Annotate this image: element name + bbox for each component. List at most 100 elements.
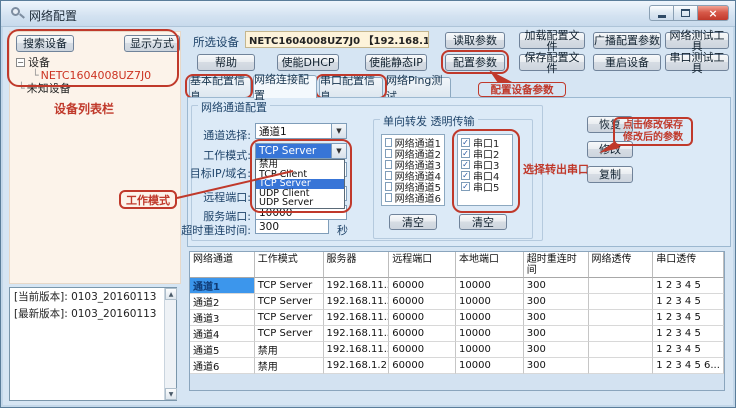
table-cell[interactable]: 192.168.1.2 [324, 358, 390, 374]
checkbox-icon[interactable]: ✓ [461, 138, 470, 147]
table-row[interactable]: 通道4TCP Server192.168.11.316000010000300 1… [190, 326, 724, 342]
table-cell[interactable]: 60000 [389, 342, 456, 358]
table-cell[interactable]: 10000 [456, 326, 524, 342]
table-cell[interactable]: TCP Server [255, 310, 324, 326]
checkbox-icon[interactable]: ✓ [461, 149, 470, 158]
table-row[interactable]: 通道1TCP Server192.168.11.3160000100003001… [190, 278, 724, 294]
enable-static-ip-button[interactable]: 使能静态IP [365, 54, 427, 71]
save-config-button[interactable]: 保存配置文件 [519, 54, 585, 71]
table-cell[interactable]: 1 2 3 4 5 [653, 326, 724, 342]
table-row[interactable]: 通道2TCP Server192.168.11.3160000100003001… [190, 294, 724, 310]
chevron-down-icon[interactable]: ▼ [331, 124, 346, 138]
display-mode-button[interactable]: 显示方式 [124, 35, 180, 52]
version-scrollbar[interactable]: ▲ ▼ [164, 288, 176, 400]
table-cell[interactable]: 192.168.11.31 [324, 310, 390, 326]
checkbox-icon[interactable] [385, 149, 392, 158]
serial-test-tool-button[interactable]: 串口测试工具 [665, 54, 729, 71]
load-config-button[interactable]: 加载配置文件 [519, 32, 585, 49]
table-cell[interactable]: 300 [524, 342, 589, 358]
help-button[interactable]: 帮助 [197, 54, 255, 71]
table-cell[interactable]: 1 2 3 4 5 [653, 310, 724, 326]
table-cell[interactable] [589, 326, 654, 342]
clear-serials-button[interactable]: 清空 [459, 214, 507, 230]
tree-node-root[interactable]: − 设备 [16, 56, 151, 68]
title-bar[interactable]: 网络配置 × [1, 1, 735, 27]
table-cell[interactable]: 192.168.11.31 [324, 342, 390, 358]
config-params-button[interactable]: 配置参数 [445, 54, 505, 71]
tab-1[interactable]: 网络连接配置 [253, 75, 317, 98]
close-button[interactable]: × [697, 5, 729, 21]
work-mode-option[interactable]: UDP Server [256, 198, 344, 208]
checkbox-icon[interactable]: ✓ [461, 160, 470, 169]
checkbox-icon[interactable]: ✓ [461, 182, 470, 191]
table-cell[interactable] [589, 310, 654, 326]
table-cell[interactable]: 10000 [456, 294, 524, 310]
network-channel-checkbox-row[interactable]: 网络通道6 [385, 192, 441, 203]
table-header-cell[interactable]: 超时重连时间 [524, 252, 589, 278]
table-cell[interactable]: 禁用 [255, 358, 324, 374]
tree-expander-icon[interactable]: − [16, 58, 25, 67]
tab-2[interactable]: 串口配置信息 [319, 77, 383, 98]
table-cell[interactable]: TCP Server [255, 326, 324, 342]
channel-select-combo[interactable]: 通道1 ▼ [255, 123, 347, 139]
table-cell[interactable]: TCP Server [255, 278, 324, 294]
maximize-button[interactable] [673, 5, 697, 21]
enable-dhcp-button[interactable]: 使能DHCP [277, 54, 339, 71]
table-cell[interactable]: 10000 [456, 358, 524, 374]
chevron-down-icon[interactable]: ▼ [331, 144, 346, 158]
search-device-button[interactable]: 搜索设备 [16, 35, 74, 52]
read-params-button[interactable]: 读取参数 [445, 32, 505, 49]
minimize-button[interactable] [649, 5, 673, 21]
restart-device-button[interactable]: 重启设备 [593, 54, 661, 71]
copy-button[interactable]: 复制 [587, 166, 633, 183]
table-cell[interactable]: 通道3 [190, 310, 255, 326]
table-cell[interactable] [589, 342, 654, 358]
table-cell[interactable] [589, 358, 654, 374]
checkbox-icon[interactable]: ✓ [461, 171, 470, 180]
table-cell[interactable]: 禁用 [255, 342, 324, 358]
table-cell[interactable]: 通道4 [190, 326, 255, 342]
table-cell[interactable]: 10000 [456, 342, 524, 358]
table-header-cell[interactable]: 网络透传 [589, 252, 654, 278]
table-cell[interactable]: 300 [524, 326, 589, 342]
scroll-up-icon[interactable]: ▲ [165, 288, 177, 300]
table-cell[interactable]: 60000 [389, 358, 456, 374]
table-cell[interactable]: 60000 [389, 326, 456, 342]
checkbox-icon[interactable] [385, 171, 392, 180]
checkbox-icon[interactable] [385, 138, 392, 147]
channel-table[interactable]: 网络通道工作模式服务器远程端口本地端口超时重连时间网络透传串口透传 通道1TCP… [189, 251, 725, 391]
table-row[interactable]: 通道5禁用192.168.11.3160000100003001 2 3 4 5 [190, 342, 724, 358]
checkbox-icon[interactable] [385, 160, 392, 169]
table-header-cell[interactable]: 串口透传 [653, 252, 724, 278]
table-row[interactable]: 通道3TCP Server192.168.11.3160000100003001… [190, 310, 724, 326]
table-cell[interactable]: TCP Server [255, 294, 324, 310]
table-header-cell[interactable]: 远程端口 [389, 252, 456, 278]
table-cell[interactable]: 60000 [389, 310, 456, 326]
tree-node-unknown[interactable]: └ 未知设备 [16, 82, 151, 94]
table-cell[interactable]: 通道2 [190, 294, 255, 310]
table-header-cell[interactable]: 本地端口 [456, 252, 524, 278]
table-cell[interactable]: 192.168.11.31 [324, 294, 390, 310]
table-cell[interactable]: 192.168.11.31 [324, 326, 390, 342]
work-mode-combo[interactable]: TCP Server ▼ [255, 143, 347, 159]
tab-3[interactable]: 网络Ping测试 [385, 77, 451, 98]
table-cell[interactable]: 60000 [389, 278, 456, 294]
table-cell[interactable]: 1 2 3 4 5 [653, 278, 724, 294]
table-cell[interactable]: 300 [524, 310, 589, 326]
tab-0[interactable]: 基本配置信息 [189, 77, 251, 98]
table-cell[interactable]: 300 [524, 358, 589, 374]
table-cell[interactable]: 10000 [456, 278, 524, 294]
table-header-cell[interactable]: 工作模式 [255, 252, 324, 278]
version-listbox[interactable]: [当前版本]: 0103_20160113[最新版本]: 0103_201601… [9, 287, 177, 401]
checkbox-icon[interactable] [385, 182, 392, 191]
serial-port-checkbox-row[interactable]: ✓串口5 [461, 181, 509, 192]
table-cell[interactable]: 1 2 3 4 5 6... [653, 358, 724, 374]
table-cell[interactable]: 1 2 3 4 5 [653, 294, 724, 310]
table-cell[interactable]: 300 [524, 278, 589, 294]
table-row[interactable]: 通道6禁用192.168.1.26000010000300 1 2 3 4 5 6… [190, 358, 724, 374]
table-cell[interactable]: 192.168.11.31 [324, 278, 390, 294]
broadcast-params-button[interactable]: 广播配置参数 [593, 32, 661, 49]
table-cell[interactable]: 60000 [389, 294, 456, 310]
table-cell[interactable] [589, 294, 654, 310]
table-cell[interactable]: 通道6 [190, 358, 255, 374]
